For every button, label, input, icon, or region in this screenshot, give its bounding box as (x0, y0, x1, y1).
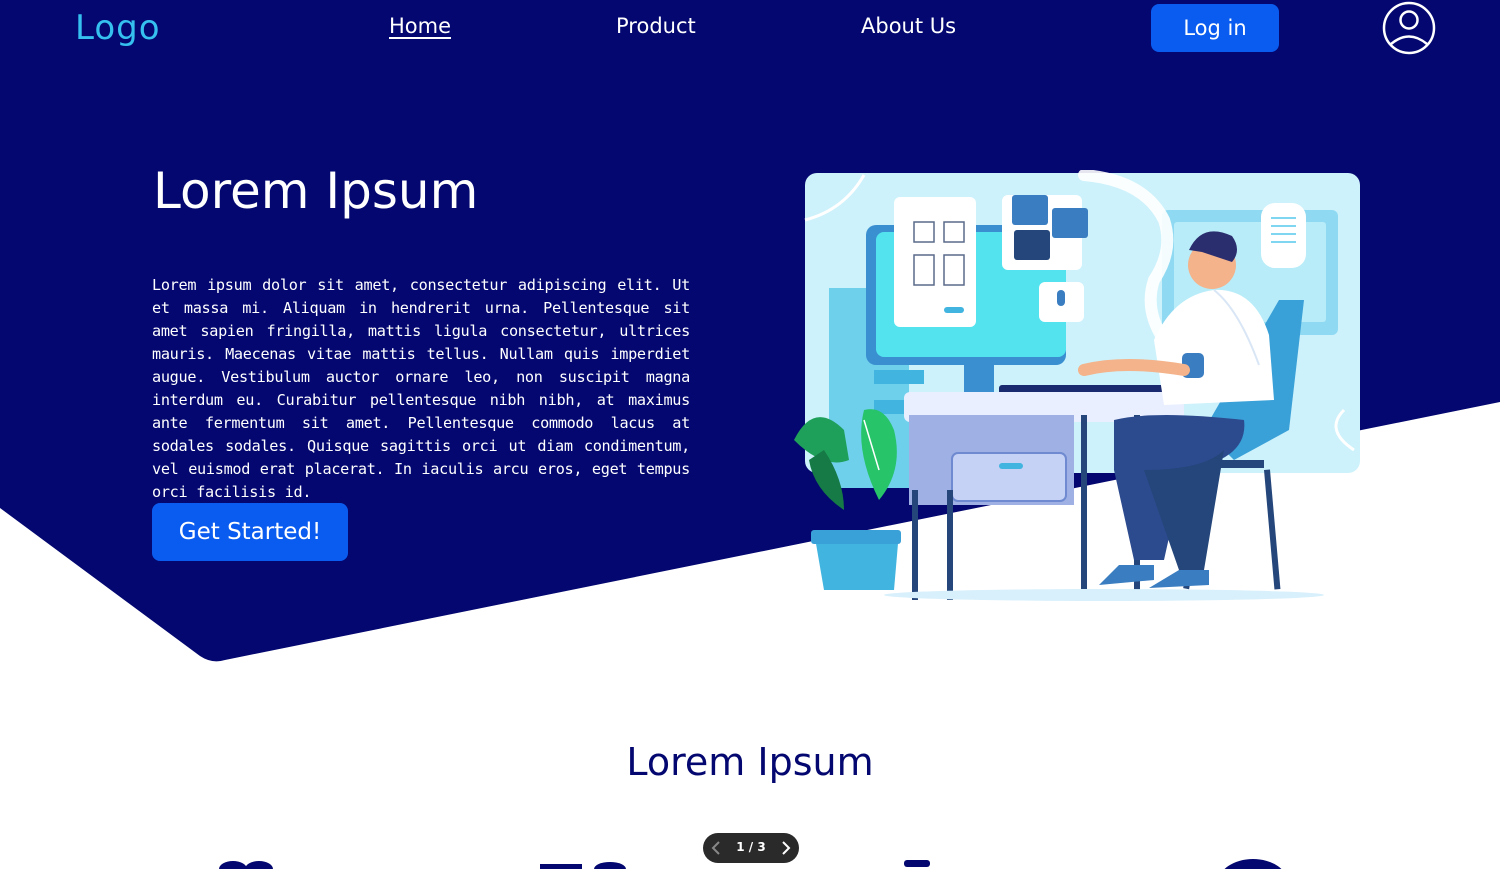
nav-link-product[interactable]: Product (616, 14, 696, 38)
get-started-button[interactable]: Get Started! (152, 503, 348, 561)
feature-icon (219, 861, 273, 869)
hero-illustration (794, 170, 1360, 601)
user-avatar-icon[interactable] (1382, 1, 1436, 55)
feature-icon (540, 862, 626, 869)
section-title: Lorem Ipsum (626, 740, 874, 784)
hero-description: Lorem ipsum dolor sit amet, consectetur … (152, 276, 690, 501)
top-nav: Logo Home Product About Us Log in (0, 0, 1500, 60)
carousel-pager: 1 / 3 (703, 833, 799, 863)
hero-title: Lorem Ipsum (153, 162, 479, 220)
feature-icon (904, 860, 930, 867)
logo[interactable]: Logo (75, 8, 161, 48)
nav-link-home[interactable]: Home (389, 14, 451, 38)
chevron-right-icon[interactable] (775, 838, 795, 858)
login-button[interactable]: Log in (1151, 4, 1279, 52)
feature-icon (1224, 859, 1282, 869)
nav-link-about-us[interactable]: About Us (861, 14, 956, 38)
